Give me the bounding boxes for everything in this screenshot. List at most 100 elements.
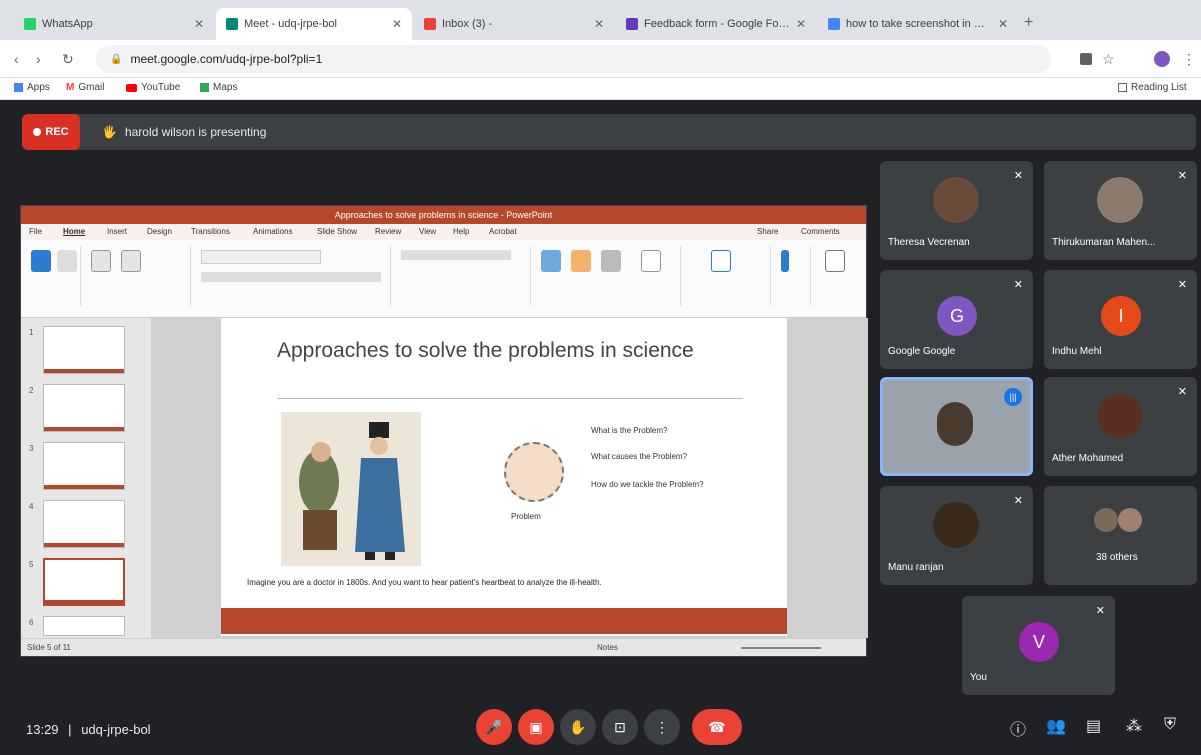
host-controls-icon[interactable]: ⛨ <box>1164 716 1176 734</box>
address-bar[interactable]: 🔒 meet.google.com/udq-jrpe-bol?pli=1 <box>96 45 1051 73</box>
participant-name: Thirukumaran Mahen... <box>1052 237 1156 248</box>
reading-list-label: Reading List <box>1131 82 1187 93</box>
self-avatar: V <box>1019 622 1059 662</box>
close-icon[interactable]: ✕ <box>392 17 402 31</box>
current-slide[interactable]: Approaches to solve the problems in scie… <box>221 318 787 636</box>
zoom-slider[interactable] <box>741 647 821 649</box>
paste-icon[interactable] <box>31 250 51 272</box>
participant-tile[interactable]: ✕ Manu ranjan <box>880 486 1033 585</box>
new-tab-button[interactable]: + <box>1024 14 1033 32</box>
slide-thumbnail-selected[interactable] <box>43 558 125 606</box>
ppt-comments-button[interactable]: Comments <box>801 227 840 236</box>
participant-tile[interactable]: ✕ I Indhu Mehl <box>1044 270 1197 369</box>
chat-icon[interactable]: ▤ <box>1086 716 1101 736</box>
layout-icon[interactable] <box>121 250 141 272</box>
profile-avatar[interactable] <box>1154 51 1170 67</box>
tab-title: WhatsApp <box>42 18 93 30</box>
slide-thumbnail[interactable] <box>43 326 125 374</box>
recording-badge[interactable]: REC <box>22 114 80 150</box>
ppt-tab-design[interactable]: Design <box>147 227 172 236</box>
google-icon <box>828 18 840 30</box>
participant-tile[interactable]: ✕ Theresa Vecrenan <box>880 161 1033 260</box>
slide-thumbnail[interactable] <box>43 384 125 432</box>
tab-google-search[interactable]: how to take screenshot in mac ✕ <box>818 8 1018 40</box>
ppt-share-button[interactable]: Share <box>757 227 778 236</box>
create-pdf-icon[interactable] <box>711 250 731 272</box>
menu-kebab-icon[interactable]: ⋮ <box>1182 51 1196 68</box>
close-icon[interactable]: ✕ <box>194 17 204 31</box>
dictate-icon[interactable] <box>781 250 789 272</box>
raise-hand-button[interactable]: ✋ <box>560 709 596 745</box>
new-slide-icon[interactable] <box>91 250 111 272</box>
present-button[interactable]: ⊡ <box>602 709 638 745</box>
ppt-tab-file[interactable]: File <box>29 227 42 236</box>
ppt-tab-home[interactable]: Home <box>63 227 85 236</box>
reload-icon[interactable]: ↻ <box>62 51 74 68</box>
present-screen-icon: ⊡ <box>614 718 626 735</box>
more-options-button[interactable]: ⋮ <box>644 709 680 745</box>
ribbon-group-voice <box>771 246 811 306</box>
presenting-bar: REC 🖐 harold wilson is presenting <box>22 114 1196 150</box>
close-icon[interactable]: ✕ <box>594 17 604 31</box>
participant-tile[interactable]: ✕ G Google Google <box>880 270 1033 369</box>
shared-screen: Approaches to solve problems in science … <box>20 205 868 657</box>
extension-icon[interactable] <box>1080 53 1092 65</box>
back-icon[interactable]: ‹ <box>14 51 19 67</box>
slide-thumbnail[interactable] <box>43 442 125 490</box>
present-screen-icon: 🖐 <box>102 125 117 139</box>
reading-list[interactable]: Reading List <box>1118 82 1187 93</box>
participant-tile[interactable]: ✕ Thirukumaran Mahen... <box>1044 161 1197 260</box>
people-icon[interactable]: 👥 <box>1046 716 1066 736</box>
participant-name: Ather Mohamed <box>1052 453 1124 464</box>
problem-label: Problem <box>511 512 541 521</box>
leave-call-button[interactable]: ☎ <box>692 709 742 745</box>
slide-thumbnail[interactable] <box>43 500 125 548</box>
forward-icon[interactable]: › <box>36 51 41 67</box>
participant-avatar <box>933 502 979 548</box>
participant-tile[interactable]: ✕ Ather Mohamed <box>1044 377 1197 476</box>
close-icon[interactable]: ✕ <box>998 17 1008 31</box>
tab-forms[interactable]: Feedback form - Google Form ✕ <box>616 8 816 40</box>
ppt-tab-slideshow[interactable]: Slide Show <box>317 227 357 236</box>
replace-icon[interactable] <box>641 250 661 272</box>
participant-video-tile[interactable]: ||| <box>880 377 1033 476</box>
tab-meet[interactable]: Meet - udq-jrpe-bol ✕ <box>216 8 412 40</box>
paragraph-icons[interactable] <box>401 250 511 260</box>
notes-button[interactable]: Notes <box>597 643 618 652</box>
others-tile[interactable]: 38 others <box>1044 486 1197 585</box>
bookmark-apps[interactable]: Apps <box>14 82 50 93</box>
designer-icon[interactable] <box>825 250 845 272</box>
ppt-tab-view[interactable]: View <box>419 227 436 236</box>
tab-whatsapp[interactable]: WhatsApp ✕ <box>14 8 214 40</box>
arrange-icon[interactable] <box>571 250 591 272</box>
ppt-tab-help[interactable]: Help <box>453 227 469 236</box>
camera-toggle-button[interactable]: ▣ <box>518 709 554 745</box>
copy-icon[interactable] <box>57 250 77 272</box>
meeting-code: udq-jrpe-bol <box>81 722 151 737</box>
participant-avatar: I <box>1101 296 1141 336</box>
shapes-icon[interactable] <box>541 250 561 272</box>
bookmark-label: Apps <box>27 82 50 93</box>
thumb-number: 1 <box>29 328 34 337</box>
ppt-tab-animations[interactable]: Animations <box>253 227 293 236</box>
ppt-tab-insert[interactable]: Insert <box>107 227 127 236</box>
others-count: 38 others <box>1096 552 1138 563</box>
close-icon[interactable]: ✕ <box>796 17 806 31</box>
mic-toggle-button[interactable]: 🎤 <box>476 709 512 745</box>
bookmark-maps[interactable]: Maps <box>200 82 237 93</box>
slide-thumbnail[interactable] <box>43 616 125 636</box>
bookmark-youtube[interactable]: YouTube <box>126 82 180 93</box>
tab-gmail[interactable]: Inbox (3) - ✕ <box>414 8 614 40</box>
star-icon[interactable]: ☆ <box>1102 51 1115 68</box>
info-icon[interactable]: ⓘ <box>1010 716 1026 740</box>
ppt-tab-review[interactable]: Review <box>375 227 401 236</box>
self-tile[interactable]: ✕ V You <box>962 596 1115 695</box>
font-format-icons[interactable] <box>201 272 381 282</box>
font-select[interactable] <box>201 250 321 264</box>
bookmark-gmail[interactable]: M Gmail <box>66 82 104 93</box>
ppt-tab-acrobat[interactable]: Acrobat <box>489 227 517 236</box>
ppt-tab-transitions[interactable]: Transitions <box>191 227 230 236</box>
activities-icon[interactable]: ⁂ <box>1126 716 1142 736</box>
quick-styles-icon[interactable] <box>601 250 621 272</box>
youtube-icon <box>126 83 137 92</box>
